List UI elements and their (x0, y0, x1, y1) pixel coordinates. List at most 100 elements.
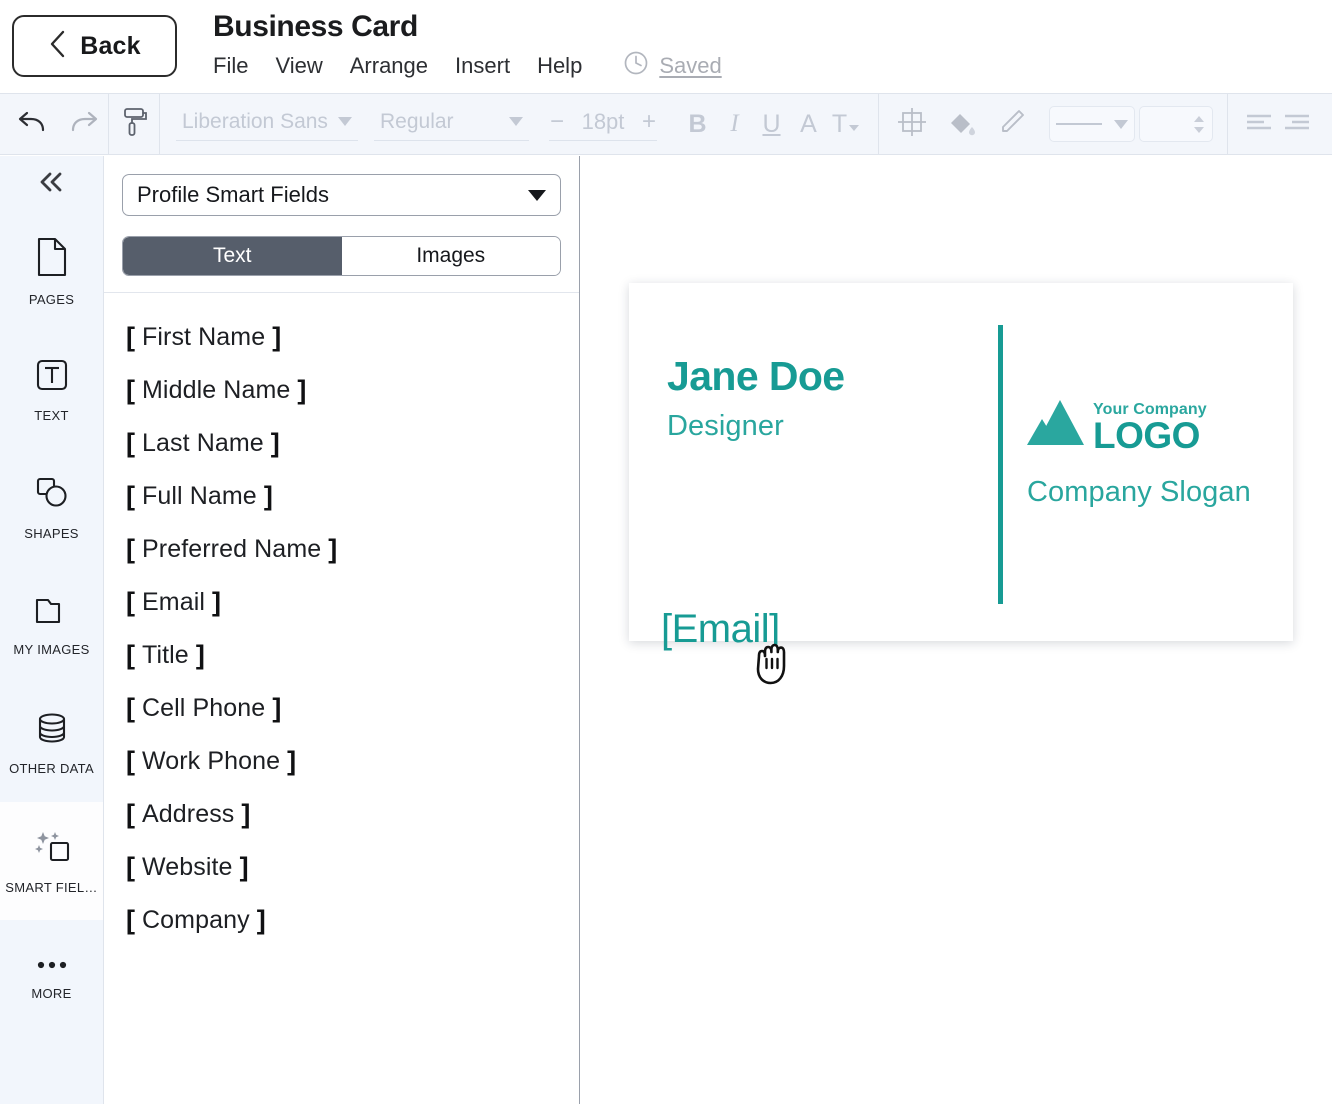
bracket-open: [ (126, 589, 135, 616)
card-divider-line[interactable] (998, 325, 1003, 604)
sidebar-item-my-images[interactable]: MY IMAGES (0, 566, 103, 684)
crop-button[interactable] (887, 101, 937, 147)
line-width-stepper[interactable] (1139, 106, 1213, 142)
save-status[interactable]: Saved (623, 50, 721, 81)
company-logo[interactable]: Your Company LOGO (1027, 397, 1277, 454)
sidebar-item-shapes[interactable]: SHAPES (0, 448, 103, 566)
card-role-text[interactable]: Designer (667, 410, 845, 443)
format-toolbar: Liberation Sans Regular − 18pt + B I U A… (0, 93, 1332, 155)
logo-text-block: Your Company LOGO (1093, 401, 1207, 453)
list-item[interactable]: [Website] (104, 841, 579, 894)
align-right-button[interactable] (1284, 101, 1310, 147)
list-item-label: Full Name (142, 482, 257, 511)
database-icon (32, 711, 72, 752)
business-card-artboard[interactable]: Jane Doe Designer Your Company LOGO Comp… (629, 283, 1293, 641)
font-size-stepper[interactable]: − 18pt + (549, 108, 657, 141)
sidebar-item-label: MY IMAGES (13, 642, 89, 657)
list-item[interactable]: [Address] (104, 788, 579, 841)
back-button[interactable]: Back (12, 15, 177, 77)
font-family-value: Liberation Sans (182, 110, 328, 134)
bracket-open: [ (126, 695, 135, 722)
bracket-open: [ (661, 607, 672, 652)
stepper-arrows[interactable] (1194, 116, 1204, 133)
chevron-down-icon[interactable] (1194, 127, 1204, 133)
bracket-open: [ (126, 642, 135, 669)
panel-header: Profile Smart Fields Text Images (104, 156, 579, 293)
list-item[interactable]: [Preferred Name] (104, 523, 579, 576)
list-item[interactable]: [Email] (104, 576, 579, 629)
bracket-close: ] (240, 854, 249, 881)
align-left-button[interactable] (1234, 101, 1284, 147)
smart-field-list: [First Name] [Middle Name] [Last Name] [… (104, 293, 579, 1104)
menu-item-help[interactable]: Help (537, 53, 582, 79)
menu-bar: File View Arrange Insert Help Saved (213, 50, 722, 81)
list-item[interactable]: [First Name] (104, 311, 579, 364)
fill-color-button[interactable] (937, 101, 987, 147)
line-style-select[interactable] (1049, 106, 1135, 142)
crop-transform-icon (896, 106, 928, 143)
menu-item-file[interactable]: File (213, 53, 248, 79)
font-size-decrease[interactable]: − (549, 108, 565, 136)
card-name-text[interactable]: Jane Doe (667, 355, 845, 398)
list-item-label: Website (142, 853, 233, 882)
sidebar-item-pages[interactable]: PAGES (0, 212, 103, 330)
text-box-icon (33, 356, 71, 399)
list-item[interactable]: [Title] (104, 629, 579, 682)
italic-button[interactable]: I (716, 104, 753, 144)
font-size-increase[interactable]: + (641, 108, 657, 136)
align-right-icon (1284, 111, 1310, 138)
sidebar-item-label: OTHER DATA (9, 761, 94, 776)
bracket-close: ] (272, 695, 281, 722)
smart-field-set-select[interactable]: Profile Smart Fields (122, 174, 561, 216)
menu-item-arrange[interactable]: Arrange (350, 53, 428, 79)
list-item[interactable]: [Full Name] (104, 470, 579, 523)
design-canvas[interactable]: Jane Doe Designer Your Company LOGO Comp… (581, 156, 1332, 1104)
bold-label: B (688, 110, 706, 139)
card-left-column: Jane Doe Designer (667, 355, 845, 443)
sidebar-item-text[interactable]: TEXT (0, 330, 103, 448)
list-item[interactable]: [Cell Phone] (104, 682, 579, 735)
bold-button[interactable]: B (679, 104, 716, 144)
list-item-label: Company (142, 906, 250, 935)
chevron-double-left-icon (37, 171, 67, 198)
font-family-select[interactable]: Liberation Sans (176, 107, 358, 141)
chevron-up-icon[interactable] (1194, 116, 1204, 122)
text-color-button[interactable]: A (790, 104, 827, 144)
bracket-close: ] (241, 801, 250, 828)
font-size-value[interactable]: 18pt (575, 109, 631, 135)
font-style-select[interactable]: Regular (374, 107, 529, 141)
card-slogan-text[interactable]: Company Slogan (1027, 476, 1277, 509)
list-item-label: Preferred Name (142, 535, 321, 564)
toolbar-divider-4 (1227, 93, 1228, 155)
format-painter-button[interactable] (109, 101, 159, 147)
undo-button[interactable] (8, 101, 58, 147)
save-status-label[interactable]: Saved (659, 53, 721, 79)
list-item[interactable]: [Middle Name] (104, 364, 579, 417)
sidebar-item-more[interactable]: MORE (0, 920, 103, 1038)
list-item[interactable]: [Last Name] (104, 417, 579, 470)
tab-images[interactable]: Images (342, 237, 561, 275)
menu-item-insert[interactable]: Insert (455, 53, 510, 79)
clock-icon (623, 50, 649, 81)
redo-button[interactable] (58, 101, 108, 147)
menu-item-view[interactable]: View (275, 53, 322, 79)
smart-field-set-value: Profile Smart Fields (137, 182, 329, 208)
text-options-button[interactable]: T (827, 104, 864, 144)
bracket-close: ] (212, 589, 221, 616)
list-item[interactable]: [Work Phone] (104, 735, 579, 788)
pen-button[interactable] (987, 101, 1037, 147)
list-item-label: Address (142, 800, 234, 829)
tab-text[interactable]: Text (123, 237, 342, 275)
bracket-open: [ (126, 377, 135, 404)
bracket-close: ] (287, 748, 296, 775)
sidebar-item-other-data[interactable]: OTHER DATA (0, 684, 103, 802)
list-item-label: Middle Name (142, 376, 290, 405)
underline-button[interactable]: U (753, 104, 790, 144)
align-left-icon (1244, 111, 1274, 138)
bracket-close: ] (328, 536, 337, 563)
list-item[interactable]: [Company] (104, 894, 579, 947)
sidebar-item-smart-fields[interactable]: SMART FIEL… (0, 802, 103, 920)
list-item-label: Last Name (142, 429, 264, 458)
collapse-panel-button[interactable] (0, 156, 103, 212)
underline-label: U (762, 110, 780, 139)
